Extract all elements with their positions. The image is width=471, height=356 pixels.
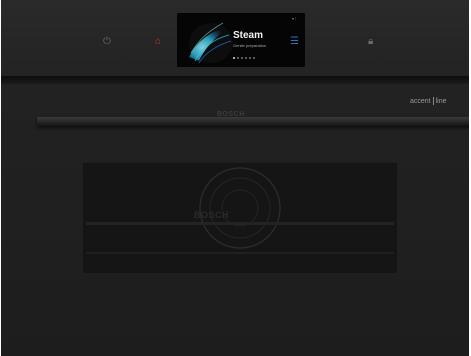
page-dot	[253, 57, 255, 59]
page-dot	[245, 57, 247, 59]
display-status: ▾ ⁝	[292, 16, 297, 21]
display-title: Steam	[233, 30, 264, 41]
panel-gap	[1, 76, 469, 84]
interior-brand-mark: BOSCH	[194, 210, 230, 220]
steam-wave-graphic	[189, 22, 233, 64]
page-dot	[249, 57, 251, 59]
oven-front: ⏻ ⌂ ▾ ⁝ Steam Gentle preparation ☰ 🔒︎ ac…	[1, 0, 469, 356]
series-divider	[432, 97, 434, 105]
touch-display[interactable]: ▾ ⁝ Steam Gentle preparation	[177, 13, 305, 67]
display-subtitle: Gentle preparation	[233, 43, 267, 48]
door-handle[interactable]	[37, 117, 469, 126]
series-label-right: line	[435, 97, 447, 105]
page-indicator	[233, 57, 255, 59]
page-dot	[233, 57, 235, 59]
lock-icon[interactable]: 🔒︎	[368, 37, 373, 47]
control-panel: ⏻ ⌂ ▾ ⁝ Steam Gentle preparation ☰ 🔒︎	[1, 0, 469, 76]
series-label: accent line	[410, 97, 447, 105]
oven-window: BOSCH	[82, 162, 398, 274]
power-icon[interactable]: ⏻	[103, 37, 111, 47]
oven-interior	[82, 162, 398, 274]
home-icon[interactable]: ⌂	[155, 37, 161, 47]
series-label-left: accent	[410, 97, 431, 105]
page-dot	[241, 57, 243, 59]
page-dot	[237, 57, 239, 59]
menu-icon[interactable]: ☰	[290, 37, 299, 47]
